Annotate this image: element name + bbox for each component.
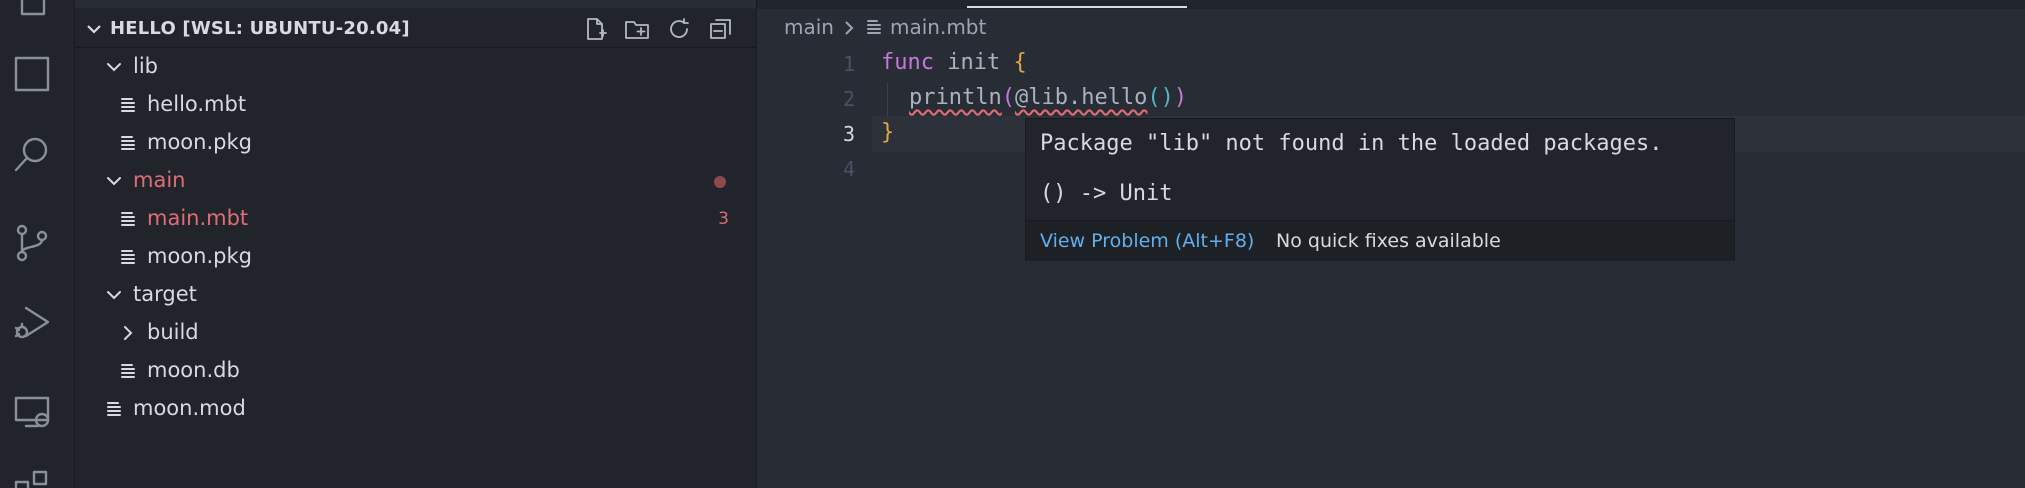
breadcrumb-file[interactable]: main.mbt xyxy=(890,15,986,39)
activity-bar xyxy=(0,0,75,488)
tree-item-label: lib xyxy=(133,54,158,78)
code-line-3[interactable]: } xyxy=(881,120,894,145)
new-folder-icon[interactable] xyxy=(622,14,652,44)
tree-file-main-moon-pkg[interactable]: moon.pkg xyxy=(75,238,756,276)
tree-item-label: moon.pkg xyxy=(147,130,252,154)
hover-status-bar: View Problem (Alt+F8) No quick fixes ava… xyxy=(1026,221,1734,261)
extensions-icon[interactable] xyxy=(10,52,54,96)
hover-error-message: Package "lib" not found in the loaded pa… xyxy=(1040,131,1663,156)
keyword: func xyxy=(881,50,934,75)
file-lines-icon xyxy=(117,360,139,382)
line-number: 2 xyxy=(842,87,855,111)
code-line-1[interactable]: func init { xyxy=(881,50,1027,75)
tree-file-moon-mod[interactable]: moon.mod xyxy=(75,390,756,428)
file-lines-icon xyxy=(117,246,139,268)
tree-item-label: moon.db xyxy=(147,358,240,382)
tab-strip xyxy=(757,0,2025,9)
refresh-icon[interactable] xyxy=(664,14,694,44)
chevron-right-icon xyxy=(117,322,139,344)
identifier: init xyxy=(933,50,1014,75)
collapse-all-icon[interactable] xyxy=(706,14,736,44)
paren: ) xyxy=(1173,85,1188,110)
indent-guide xyxy=(887,82,888,116)
tree-item-label: moon.pkg xyxy=(147,244,252,268)
identifier-lib-hello: @lib.hello xyxy=(1014,85,1148,110)
sidebar-top-strip xyxy=(75,0,756,8)
source-control-icon[interactable] xyxy=(10,220,54,264)
file-lines-icon xyxy=(117,208,139,230)
tree-item-label: moon.mod xyxy=(133,396,246,420)
identifier-println: println xyxy=(909,85,1002,110)
run-debug-icon[interactable] xyxy=(10,300,54,344)
brace: { xyxy=(1013,50,1027,75)
tree-folder-build[interactable]: build xyxy=(75,314,756,352)
chevron-down-icon xyxy=(103,284,125,306)
tree-folder-main[interactable]: main xyxy=(75,162,756,200)
view-problem-link[interactable]: View Problem (Alt+F8) xyxy=(1040,230,1254,252)
explorer-header[interactable]: HELLO [WSL: UBUNTU-20.04] xyxy=(75,10,756,48)
file-lines-icon xyxy=(103,398,125,420)
extensions-blocks-icon[interactable] xyxy=(10,466,54,488)
hover-tooltip: Package "lib" not found in the loaded pa… xyxy=(1025,118,1735,261)
brace: } xyxy=(881,120,895,145)
file-lines-icon xyxy=(864,17,884,37)
workspace-title: HELLO [WSL: UBUNTU-20.04] xyxy=(110,18,410,39)
active-tab-indicator xyxy=(967,6,1187,8)
explorer-icon[interactable] xyxy=(10,0,54,22)
tree-item-label: target xyxy=(133,282,197,306)
breadcrumb: main main.mbt xyxy=(784,15,986,39)
line-number-active: 3 xyxy=(842,122,855,146)
problem-count-badge: 3 xyxy=(718,209,729,229)
tree-item-label: main xyxy=(133,168,186,192)
no-quick-fixes-text: No quick fixes available xyxy=(1276,230,1501,252)
paren: ( xyxy=(1001,85,1015,110)
tree-file-moon-db[interactable]: moon.db xyxy=(75,352,756,390)
file-lines-icon xyxy=(117,132,139,154)
tree-folder-target[interactable]: target xyxy=(75,276,756,314)
tree-item-label: main.mbt xyxy=(147,206,249,230)
tree-item-label: hello.mbt xyxy=(147,92,247,116)
explorer-sidebar: HELLO [WSL: UBUNTU-20.04] lib hello.mbt xyxy=(75,0,757,488)
tree-item-label: build xyxy=(147,320,199,344)
remote-explorer-icon[interactable] xyxy=(10,390,54,434)
line-number: 4 xyxy=(842,157,855,181)
chevron-right-icon xyxy=(840,18,858,36)
error-dot-indicator xyxy=(714,176,726,188)
chevron-down-icon xyxy=(103,56,125,78)
tree-file-main-mbt[interactable]: main.mbt 3 xyxy=(75,200,756,238)
breadcrumb-folder[interactable]: main xyxy=(784,15,834,39)
code-line-2[interactable]: println(@lib.hello()) xyxy=(909,85,1187,110)
file-lines-icon xyxy=(117,94,139,116)
chevron-down-icon[interactable] xyxy=(83,18,105,40)
search-icon[interactable] xyxy=(10,132,54,176)
tree-file-hello-mbt[interactable]: hello.mbt xyxy=(75,86,756,124)
chevron-down-icon xyxy=(103,170,125,192)
new-file-icon[interactable] xyxy=(580,14,610,44)
line-number: 1 xyxy=(842,52,855,76)
paren: () xyxy=(1147,85,1174,110)
tree-file-lib-moon-pkg[interactable]: moon.pkg xyxy=(75,124,756,162)
tree-folder-lib[interactable]: lib xyxy=(75,48,756,86)
explorer-actions xyxy=(580,14,736,44)
hover-type-signature: () -> Unit xyxy=(1040,181,1173,206)
